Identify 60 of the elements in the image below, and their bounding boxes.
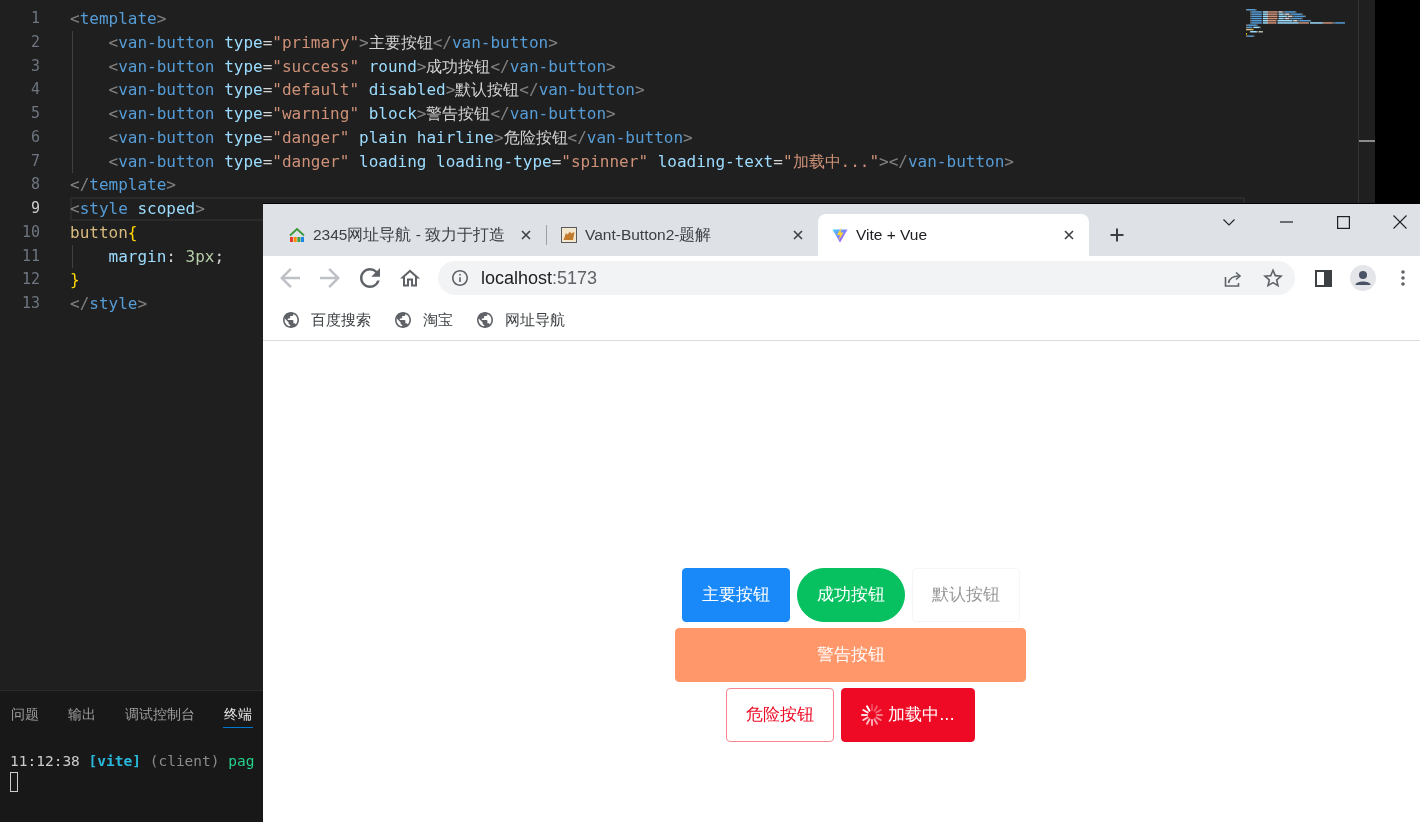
panel-tab[interactable]: 调试控制台 [124,700,196,728]
code-line: } [70,269,80,292]
browser-tab[interactable]: Vite + Vue [818,214,1089,256]
globe-icon [283,312,299,328]
close-icon [1393,215,1407,229]
house-logo-icon [289,227,305,243]
line-number: 10 [20,221,40,243]
scroll-marker-icon [1359,140,1375,142]
line-number: 6 [29,126,40,148]
bookmark-link[interactable]: 淘宝 [387,306,461,334]
cat-picture-icon [561,227,577,243]
browser-tab[interactable]: Vant-Button2-题解 [547,214,818,256]
more-menu-icon [1401,270,1405,286]
close-icon [521,230,531,240]
primary-button[interactable]: 主要按钮 [681,568,790,622]
reload-icon [360,268,380,288]
line-number: 13 [20,293,40,314]
danger-button[interactable]: 危险按钮 [726,688,835,742]
line-number: 2 [29,31,40,53]
lightning-bolt-icon [832,227,848,243]
back-arrow-icon [280,268,300,288]
terminal-output: 11:12:38 [vite] (client) pag [10,752,255,771]
panel-tab[interactable]: 终端 [223,700,253,728]
line-number: 8 [29,174,40,196]
minimize-icon [1279,221,1293,223]
line-number: 3 [29,55,40,77]
bookmark-link[interactable]: 百度搜索 [275,306,379,334]
line-number: 1 [29,8,40,29]
url-text: localhost:5173 [481,267,599,289]
globe-icon [477,312,493,328]
text-cursor-icon [10,772,18,792]
plus-icon [1109,227,1125,243]
line-number: 12 [20,269,40,291]
globe-icon [395,312,411,328]
panel-tab[interactable]: 问题 [10,700,40,728]
line-number: 4 [29,79,40,101]
chevron-down-icon [1223,218,1235,226]
code-line: button{ [70,221,138,244]
close-icon [1064,230,1074,240]
close-icon [793,230,803,240]
address-bar[interactable]: localhost:5173 [438,261,1295,295]
side-panel-icon [1314,269,1332,287]
avatar-icon [1350,265,1376,291]
code-line: </template> [70,174,176,197]
bookmark-link[interactable]: 网址导航 [469,306,573,334]
maximize-icon [1336,215,1350,229]
code-line: <template> [70,8,167,30]
line-number: 5 [29,103,40,124]
panel-tab[interactable]: 输出 [67,700,97,728]
line-number: 7 [29,150,40,172]
info-icon [452,270,468,286]
forward-arrow-icon [320,268,340,288]
loading-button[interactable]: 加载中... [841,688,975,742]
code-line: </style> [70,293,148,315]
line-number: 9 [29,198,40,219]
star-icon [1263,268,1283,288]
line-number: 11 [20,245,40,267]
browser-tab[interactable]: 2345网址导航 - 致力于打造 [275,214,546,256]
home-icon [400,268,420,288]
spinner-icon [861,704,884,726]
